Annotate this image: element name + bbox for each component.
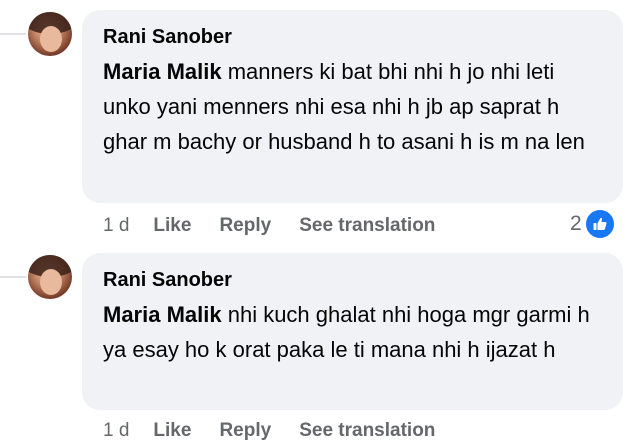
comment-bubble: Rani Sanober Maria Malik nhi kuch ghalat… (82, 253, 623, 410)
avatar[interactable] (28, 12, 72, 56)
avatar[interactable] (28, 255, 72, 299)
comment-author[interactable]: Rani Sanober (103, 24, 603, 50)
reaction-count: 2 (570, 212, 582, 235)
reply-button[interactable]: Reply (219, 215, 271, 237)
mention-link[interactable]: Maria Malik (103, 59, 222, 84)
reply-button[interactable]: Reply (219, 420, 271, 442)
see-translation-button[interactable]: See translation (299, 215, 435, 237)
comment-bubble: Rani Sanober Maria Malik manners ki bat … (82, 10, 623, 203)
comment-actions: 1 d Like Reply See translation (103, 211, 463, 241)
like-button[interactable]: Like (153, 215, 191, 237)
mention-link[interactable]: Maria Malik (103, 302, 222, 327)
comment-author[interactable]: Rani Sanober (103, 267, 603, 293)
like-thumb-icon (583, 208, 616, 240)
comment-body: Maria Malik manners ki bat bhi nhi h jo … (103, 54, 603, 159)
comment-body: Maria Malik nhi kuch ghalat nhi hoga mgr… (103, 297, 603, 367)
see-translation-button[interactable]: See translation (299, 420, 435, 442)
reaction-summary[interactable]: 2 (570, 208, 616, 240)
thread-connector-line (0, 33, 26, 35)
comment-timestamp[interactable]: 1 d (103, 420, 129, 442)
like-button[interactable]: Like (153, 420, 191, 442)
comment-actions: 1 d Like Reply See translation (103, 416, 463, 446)
comment-timestamp[interactable]: 1 d (103, 215, 129, 237)
thread-connector-line (0, 276, 26, 278)
